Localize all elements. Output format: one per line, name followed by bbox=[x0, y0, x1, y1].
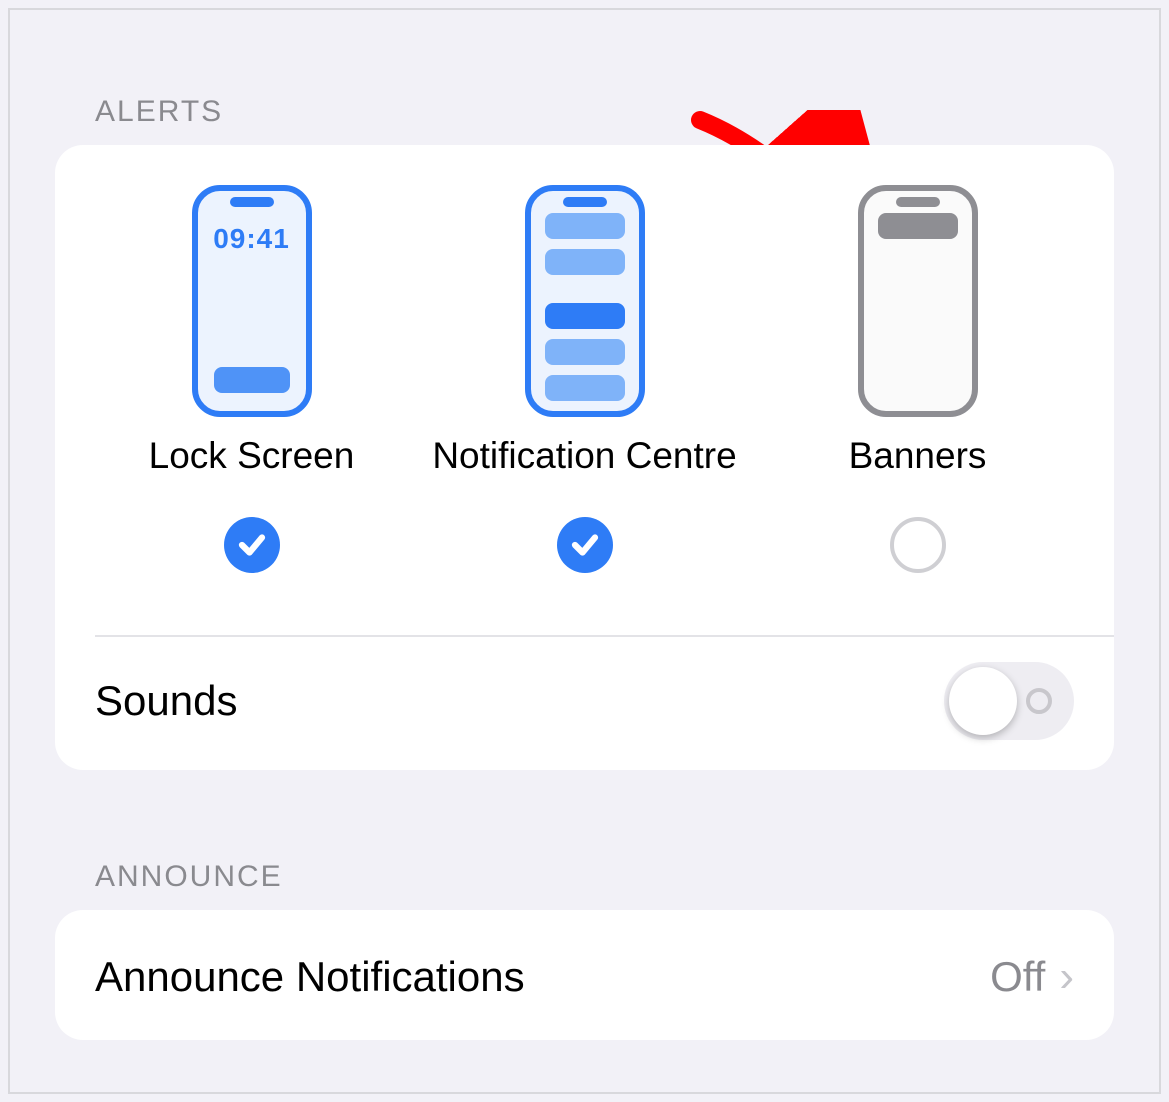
sounds-row[interactable]: Sounds bbox=[95, 662, 1074, 740]
notification-centre-preview-icon bbox=[525, 185, 645, 417]
banners-option[interactable]: Banners bbox=[751, 185, 1084, 573]
notification-centre-label: Notification Centre bbox=[432, 435, 736, 477]
notification-centre-checkbox[interactable] bbox=[557, 517, 613, 573]
sounds-toggle[interactable] bbox=[944, 662, 1074, 740]
lock-screen-time: 09:41 bbox=[198, 223, 306, 255]
divider bbox=[95, 635, 1114, 637]
section-header-alerts: Alerts bbox=[95, 95, 223, 129]
section-header-announce: Announce bbox=[95, 860, 283, 894]
sounds-label: Sounds bbox=[95, 677, 237, 725]
announce-notifications-label: Announce Notifications bbox=[95, 953, 525, 1001]
banners-preview-icon bbox=[858, 185, 978, 417]
lock-screen-preview-icon: 09:41 bbox=[192, 185, 312, 417]
lock-screen-checkbox[interactable] bbox=[224, 517, 280, 573]
notification-centre-option[interactable]: Notification Centre bbox=[418, 185, 751, 573]
alert-style-row: 09:41 Lock Screen No bbox=[55, 145, 1114, 603]
lock-screen-label: Lock Screen bbox=[149, 435, 355, 477]
lock-screen-option[interactable]: 09:41 Lock Screen bbox=[85, 185, 418, 573]
announce-notifications-row[interactable]: Announce Notifications Off › bbox=[95, 952, 1074, 1002]
announce-card: Announce Notifications Off › bbox=[55, 910, 1114, 1040]
chevron-right-icon: › bbox=[1059, 952, 1074, 1002]
banners-checkbox[interactable] bbox=[890, 517, 946, 573]
announce-notifications-value: Off bbox=[990, 953, 1045, 1001]
alerts-card: 09:41 Lock Screen No bbox=[55, 145, 1114, 770]
banners-label: Banners bbox=[849, 435, 987, 477]
